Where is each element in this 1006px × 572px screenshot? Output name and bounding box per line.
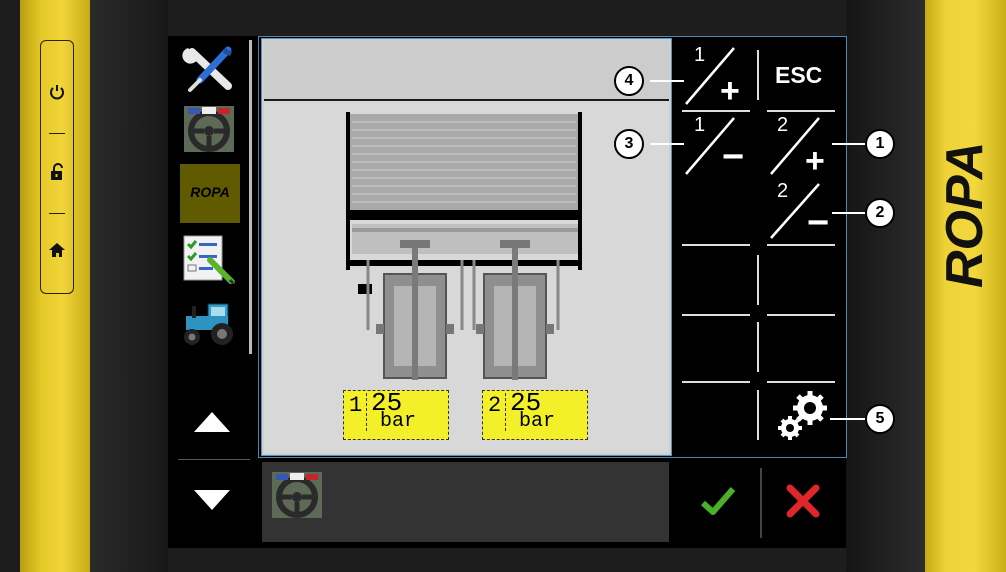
softkey-divider — [682, 244, 750, 246]
unlock-icon — [51, 163, 63, 180]
softkey-divider — [682, 314, 750, 316]
hardware-button-strip — [40, 40, 74, 294]
home-button[interactable] — [47, 241, 67, 261]
softkey-number: 2 — [777, 180, 789, 202]
left-bezel — [90, 0, 168, 572]
label-divider — [366, 393, 367, 431]
confirm-button[interactable] — [700, 485, 736, 517]
softkey-number: 2 — [777, 114, 789, 136]
softkey-divider — [757, 255, 759, 305]
brand-logo: ROPA — [930, 70, 1000, 290]
minus-icon: − — [722, 136, 745, 178]
pressure-index: 1 — [349, 393, 363, 418]
plus-icon: + — [720, 72, 740, 110]
action-separator — [760, 468, 762, 538]
label-divider — [505, 393, 506, 431]
softkey-number: 1 — [694, 44, 706, 66]
sidebar-item-tractor[interactable] — [178, 298, 240, 346]
cross-icon — [786, 484, 820, 518]
callout-4: 4 — [614, 66, 644, 96]
pressure-unit: bar — [519, 410, 556, 433]
softkey-divider — [682, 381, 750, 383]
softkey-divider — [757, 390, 759, 440]
callout-line — [830, 418, 866, 420]
sidebar-item-ropa[interactable]: ROPA — [178, 164, 240, 224]
softkey-divider — [757, 322, 759, 372]
callout-line — [650, 80, 684, 82]
steering-wheel-icon — [272, 472, 322, 518]
plus-icon: + — [805, 142, 825, 180]
callout-line — [832, 143, 866, 145]
esc-label: ESC — [775, 62, 823, 88]
callout-line — [650, 143, 684, 145]
right-bezel — [846, 0, 925, 572]
ropa-tile-label: ROPA — [190, 184, 230, 200]
sidebar-item-tools[interactable] — [178, 44, 240, 92]
pressure-label-1: 1 25 bar — [343, 388, 449, 440]
softkey-cylinder2-increase[interactable]: 2 + — [767, 112, 835, 180]
pressure-unit: bar — [380, 410, 417, 433]
softkey-cylinder2-decrease[interactable]: 2 − — [767, 180, 835, 244]
softkey-number: 1 — [694, 114, 706, 136]
brand-logo-text: ROPA — [936, 142, 994, 288]
cancel-button[interactable] — [786, 484, 820, 518]
callout-1: 1 — [865, 129, 895, 159]
power-icon — [50, 85, 64, 100]
tractor-icon — [184, 303, 233, 345]
sidebar-item-checklist[interactable] — [178, 234, 240, 286]
softkey-cylinder1-decrease[interactable]: 1 − — [682, 112, 750, 178]
panel-header — [264, 41, 669, 101]
checkmark-icon — [700, 487, 736, 515]
checklist-icon — [183, 235, 236, 286]
gears-icon — [778, 391, 827, 440]
callout-5: 5 — [865, 404, 895, 434]
wrench-screwdriver-icon — [182, 46, 232, 92]
softkey-cylinder1-increase[interactable]: 1 + — [682, 42, 750, 110]
button-divider — [49, 133, 65, 134]
settings-button[interactable] — [772, 388, 834, 444]
button-divider — [49, 213, 65, 214]
machine-diagram — [346, 112, 582, 380]
callout-line — [832, 212, 866, 214]
callout-3: 3 — [614, 129, 644, 159]
left-separator — [178, 459, 250, 460]
arrow-down-icon[interactable] — [194, 490, 230, 510]
softkey-divider — [767, 381, 835, 383]
menu-scrollbar[interactable] — [249, 40, 252, 354]
sidebar-item-steering[interactable] — [178, 104, 240, 152]
steering-wheel-icon — [184, 106, 234, 152]
softkey-divider — [767, 314, 835, 316]
pressure-index: 2 — [488, 393, 502, 418]
callout-2: 2 — [865, 198, 895, 228]
pressure-label-2: 2 25 bar — [482, 388, 588, 440]
power-button[interactable] — [47, 83, 67, 103]
minus-icon: − — [807, 202, 830, 244]
home-icon — [49, 243, 65, 257]
esc-button[interactable]: ESC — [767, 50, 835, 102]
bottom-steering-button[interactable] — [268, 470, 326, 520]
unlock-button[interactable] — [47, 163, 67, 183]
softkey-divider — [757, 50, 759, 100]
arrow-up-icon[interactable] — [194, 412, 230, 432]
